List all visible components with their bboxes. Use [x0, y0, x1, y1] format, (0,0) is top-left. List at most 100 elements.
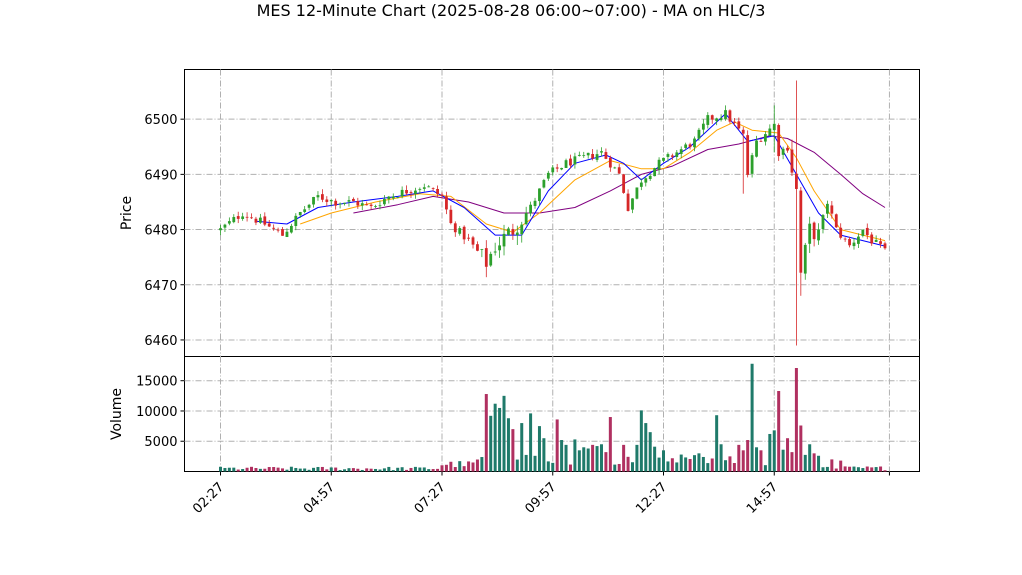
volume-bar — [662, 450, 665, 472]
candle-body — [763, 134, 767, 142]
price-panel-frame — [184, 69, 920, 357]
candle-body — [750, 155, 754, 174]
candle-body — [631, 198, 634, 210]
candle-body — [843, 238, 847, 240]
candle-body — [325, 199, 329, 202]
volume-bar — [387, 466, 391, 472]
candle-body — [701, 123, 705, 130]
candle-body — [573, 156, 577, 165]
volume-bar — [617, 463, 621, 472]
candle-body — [732, 121, 736, 123]
volume-bar — [786, 438, 790, 472]
candle-body — [591, 153, 595, 159]
volume-bar — [542, 438, 546, 472]
x-tick-label: 04:57 — [301, 480, 338, 517]
volume-bar — [378, 469, 382, 472]
candle-body — [445, 196, 448, 210]
candle-body — [879, 241, 882, 244]
candle-body — [865, 227, 869, 236]
candle-body — [551, 167, 555, 173]
volume-bar — [591, 444, 595, 472]
volume-bar — [316, 466, 320, 472]
volume-bar — [511, 429, 515, 472]
candle-body — [799, 190, 803, 273]
volume-tick-label: 15000 — [136, 375, 177, 390]
volume-tick-label: 10000 — [136, 405, 177, 420]
candle-body — [236, 216, 240, 219]
volume-bar — [737, 444, 741, 472]
volume-bar — [391, 470, 395, 472]
candle-body — [834, 214, 838, 228]
candle-body — [414, 190, 417, 194]
volume-bar — [453, 467, 457, 472]
candle-body — [670, 155, 674, 157]
volume-bar — [382, 468, 386, 472]
candle-body — [812, 222, 816, 240]
candle-body — [303, 209, 307, 212]
volume-bar — [808, 444, 812, 472]
candle-body — [675, 152, 679, 157]
volume-bar — [467, 461, 471, 472]
candle-body — [272, 227, 276, 229]
candle-body — [298, 211, 302, 216]
candle-body — [396, 197, 400, 199]
volume-bar — [258, 468, 262, 472]
candle-body — [365, 204, 369, 206]
volume-bar — [657, 457, 661, 472]
x-tick-label: 12:27 — [633, 480, 670, 517]
volume-bar — [413, 466, 417, 472]
volume-bar — [564, 444, 568, 472]
candle-body — [803, 244, 807, 274]
candle-body — [817, 229, 820, 241]
candle-body — [795, 173, 798, 189]
candle-body — [524, 213, 528, 225]
candle-body — [546, 172, 550, 179]
candle-body — [520, 224, 524, 235]
candle-body — [400, 189, 404, 197]
volume-bar — [502, 395, 506, 472]
volume-bar — [883, 470, 887, 472]
volume-bar — [834, 468, 838, 472]
volume-bar — [604, 452, 608, 472]
volume-bar — [272, 467, 276, 472]
volume-bar — [653, 446, 657, 472]
volume-bar — [763, 465, 767, 472]
candle-body — [369, 204, 373, 206]
candle-body — [542, 180, 546, 188]
volume-bar — [325, 469, 329, 472]
volume-bar — [812, 453, 816, 472]
candle-body — [710, 115, 714, 120]
volume-bar — [648, 432, 652, 472]
candle-body — [777, 125, 781, 157]
volume-bar — [746, 440, 750, 472]
candle-body — [458, 228, 462, 234]
candle-body — [383, 199, 386, 205]
candle-body — [724, 110, 727, 119]
candle-body — [697, 129, 701, 139]
volume-bar — [790, 452, 794, 472]
volume-bar — [781, 449, 785, 472]
candle-body — [821, 215, 825, 230]
candle-body — [679, 149, 683, 154]
candle-body — [347, 200, 351, 202]
candle-body — [781, 148, 785, 155]
volume-bar — [400, 467, 404, 472]
candle-body — [706, 115, 710, 125]
candle-body — [622, 174, 626, 193]
candle-body — [657, 159, 661, 170]
volume-bar — [666, 461, 670, 472]
volume-bar — [334, 467, 338, 472]
volume-bar — [436, 468, 440, 472]
candle-body — [352, 198, 355, 202]
grid-lines — [184, 69, 920, 472]
volume-bar — [613, 464, 617, 472]
x-tick-label: 09:57 — [522, 480, 559, 517]
volume-bar — [267, 467, 271, 472]
volume-bar — [232, 467, 236, 472]
volume-bar — [223, 467, 227, 472]
volume-bar — [856, 467, 860, 472]
volume-bar — [360, 469, 364, 472]
candle-body — [577, 154, 581, 156]
candle-body — [312, 196, 315, 205]
candle-body — [586, 152, 590, 156]
